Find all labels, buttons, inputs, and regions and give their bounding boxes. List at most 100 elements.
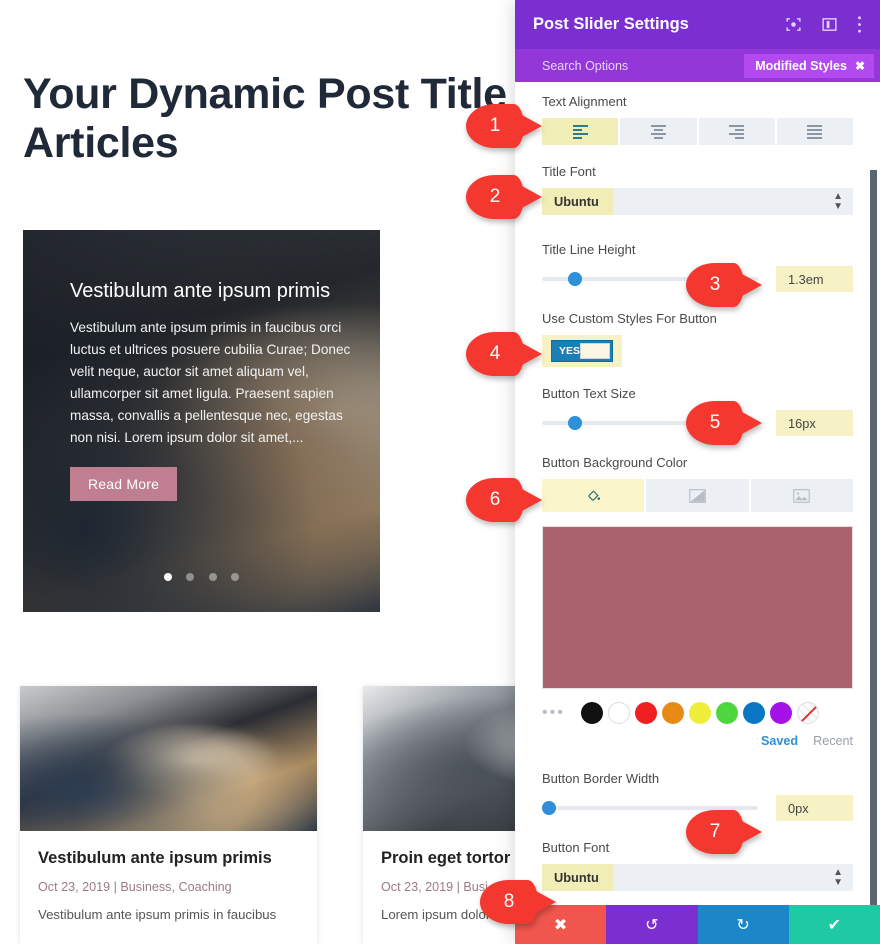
read-more-button[interactable]: Read More <box>70 467 178 502</box>
option-title-font: Title Font Ubuntu ▲ ▼ <box>542 164 853 215</box>
swatch-black[interactable] <box>581 702 603 724</box>
use-custom-styles-toggle[interactable]: YES <box>542 335 622 367</box>
slider-dot-4[interactable] <box>231 573 240 581</box>
toggle-knob[interactable] <box>580 343 610 359</box>
callout-tip <box>742 821 762 843</box>
redo-button[interactable]: ↻ <box>697 905 789 944</box>
callout-pin-3: 3 <box>686 263 762 307</box>
callout-pin-6: 6 <box>466 478 542 522</box>
slider-handle[interactable] <box>542 801 556 815</box>
option-text-alignment: Text Alignment <box>542 94 853 145</box>
paint-bucket-icon[interactable] <box>542 479 645 512</box>
swatch-orange[interactable] <box>662 702 684 724</box>
align-justify-icon[interactable] <box>776 118 853 145</box>
post-card-body: Vestibulum ante ipsum primis Oct 23, 201… <box>20 831 317 922</box>
panel-header: Post Slider Settings <box>515 0 880 49</box>
callout-pin-1: 1 <box>466 104 542 148</box>
swatch-red[interactable] <box>635 702 657 724</box>
color-tabs[interactable]: Saved Recent <box>542 734 853 748</box>
option-label: Title Font <box>542 164 596 179</box>
callout-number: 3 <box>709 274 721 295</box>
callout-number: 8 <box>503 891 515 912</box>
option-label: Text Alignment <box>542 94 627 109</box>
callout-number: 5 <box>709 412 721 433</box>
callout-tip <box>522 489 542 511</box>
callout-tip <box>522 343 542 365</box>
panel-scrollbar[interactable] <box>870 170 877 905</box>
swatch-purple[interactable] <box>770 702 792 724</box>
option-label: Button Text Size <box>542 386 636 401</box>
button-border-width-value[interactable]: 0px <box>776 795 853 821</box>
callout-number: 7 <box>709 821 721 842</box>
post-card-title[interactable]: Vestibulum ante ipsum primis <box>38 849 299 868</box>
swatch-blue[interactable] <box>743 702 765 724</box>
align-right-icon[interactable] <box>698 118 775 145</box>
option-label: Use Custom Styles For Button <box>542 311 717 326</box>
callout-pin-7: 7 <box>686 810 762 854</box>
color-preview-swatch[interactable] <box>542 526 853 689</box>
save-button[interactable]: ✔ <box>788 905 880 944</box>
slider-dot-1[interactable] <box>163 573 172 581</box>
slider-handle[interactable] <box>567 416 582 430</box>
post-card-image <box>20 686 317 831</box>
search-options-input[interactable]: Search Options <box>542 59 744 73</box>
panel-title: Post Slider Settings <box>533 15 689 33</box>
post-card-excerpt: Vestibulum ante ipsum primis in faucibus <box>38 907 277 922</box>
title-font-value: Ubuntu <box>542 188 613 215</box>
recent-colors-tab[interactable]: Recent <box>813 734 853 748</box>
undo-button[interactable]: ↺ <box>606 905 698 944</box>
slider-dot-2[interactable] <box>186 573 195 581</box>
close-icon[interactable]: ✖ <box>855 59 865 73</box>
chevron-updown-icon: ▲ ▼ <box>833 190 843 212</box>
hero-content: Vestibulum ante ipsum primis Vestibulum … <box>70 280 354 502</box>
callout-number: 2 <box>489 186 501 207</box>
target-icon[interactable] <box>785 16 802 33</box>
slider-dot-3[interactable] <box>208 573 217 581</box>
toggle-switch[interactable]: YES <box>551 340 613 362</box>
swatch-transparent-icon[interactable] <box>797 702 819 724</box>
gradient-icon[interactable] <box>646 479 749 512</box>
hero-excerpt: Vestibulum ante ipsum primis in faucibus… <box>70 320 351 446</box>
slider-handle[interactable] <box>567 272 582 286</box>
callout-tip <box>522 186 542 208</box>
modified-styles-badge[interactable]: Modified Styles ✖ <box>744 53 874 78</box>
more-colors-icon[interactable]: ••• <box>542 704 576 722</box>
callout-pin-2: 2 <box>466 175 542 219</box>
button-text-size-value[interactable]: 16px <box>776 410 853 436</box>
layout-icon[interactable] <box>821 16 838 33</box>
option-use-custom-styles: Use Custom Styles For Button YES <box>542 311 853 367</box>
panel-action-bar: ✖ ↺ ↻ ✔ <box>515 905 880 944</box>
callout-number: 6 <box>489 489 501 510</box>
panel-header-icons <box>785 15 862 34</box>
saved-colors-tab[interactable]: Saved <box>761 734 798 748</box>
post-card[interactable]: Vestibulum ante ipsum primis Oct 23, 201… <box>20 686 317 944</box>
swatch-yellow[interactable] <box>689 702 711 724</box>
swatch-white[interactable] <box>608 702 630 724</box>
callout-pin-4: 4 <box>466 332 542 376</box>
callout-tip <box>522 115 542 137</box>
modified-styles-label: Modified Styles <box>755 58 847 73</box>
title-font-select[interactable]: Ubuntu ▲ ▼ <box>542 188 853 215</box>
align-left-icon[interactable] <box>542 118 619 145</box>
color-swatch-row[interactable]: ••• <box>542 702 853 724</box>
swatch-green[interactable] <box>716 702 738 724</box>
post-slider-hero[interactable]: Vestibulum ante ipsum primis Vestibulum … <box>23 230 380 612</box>
background-type-group[interactable] <box>542 479 853 512</box>
option-button-background-color: Button Background Color <box>542 455 853 512</box>
text-alignment-group[interactable] <box>542 118 853 145</box>
slider-pagination[interactable] <box>23 568 380 586</box>
panel-options-scroll[interactable]: Text Alignment Title Font Ubuntu ▲ ▼ Tit… <box>515 82 880 905</box>
callout-number: 4 <box>489 343 501 364</box>
panel-search-bar[interactable]: Search Options Modified Styles ✖ <box>515 49 880 82</box>
option-label: Button Border Width <box>542 771 660 786</box>
option-label: Button Background Color <box>542 455 688 470</box>
image-icon[interactable] <box>750 479 853 512</box>
callout-tip <box>742 412 762 434</box>
toggle-label: YES <box>559 345 581 357</box>
callout-pin-8: 8 <box>480 880 556 924</box>
title-line-height-value[interactable]: 1.3em <box>776 266 853 292</box>
screenshot-root: Your Dynamic Post Title Articles Vestibu… <box>0 0 880 944</box>
more-vertical-icon[interactable] <box>857 15 862 34</box>
button-font-select[interactable]: Ubuntu ▲ ▼ <box>542 864 853 891</box>
align-center-icon[interactable] <box>620 118 697 145</box>
